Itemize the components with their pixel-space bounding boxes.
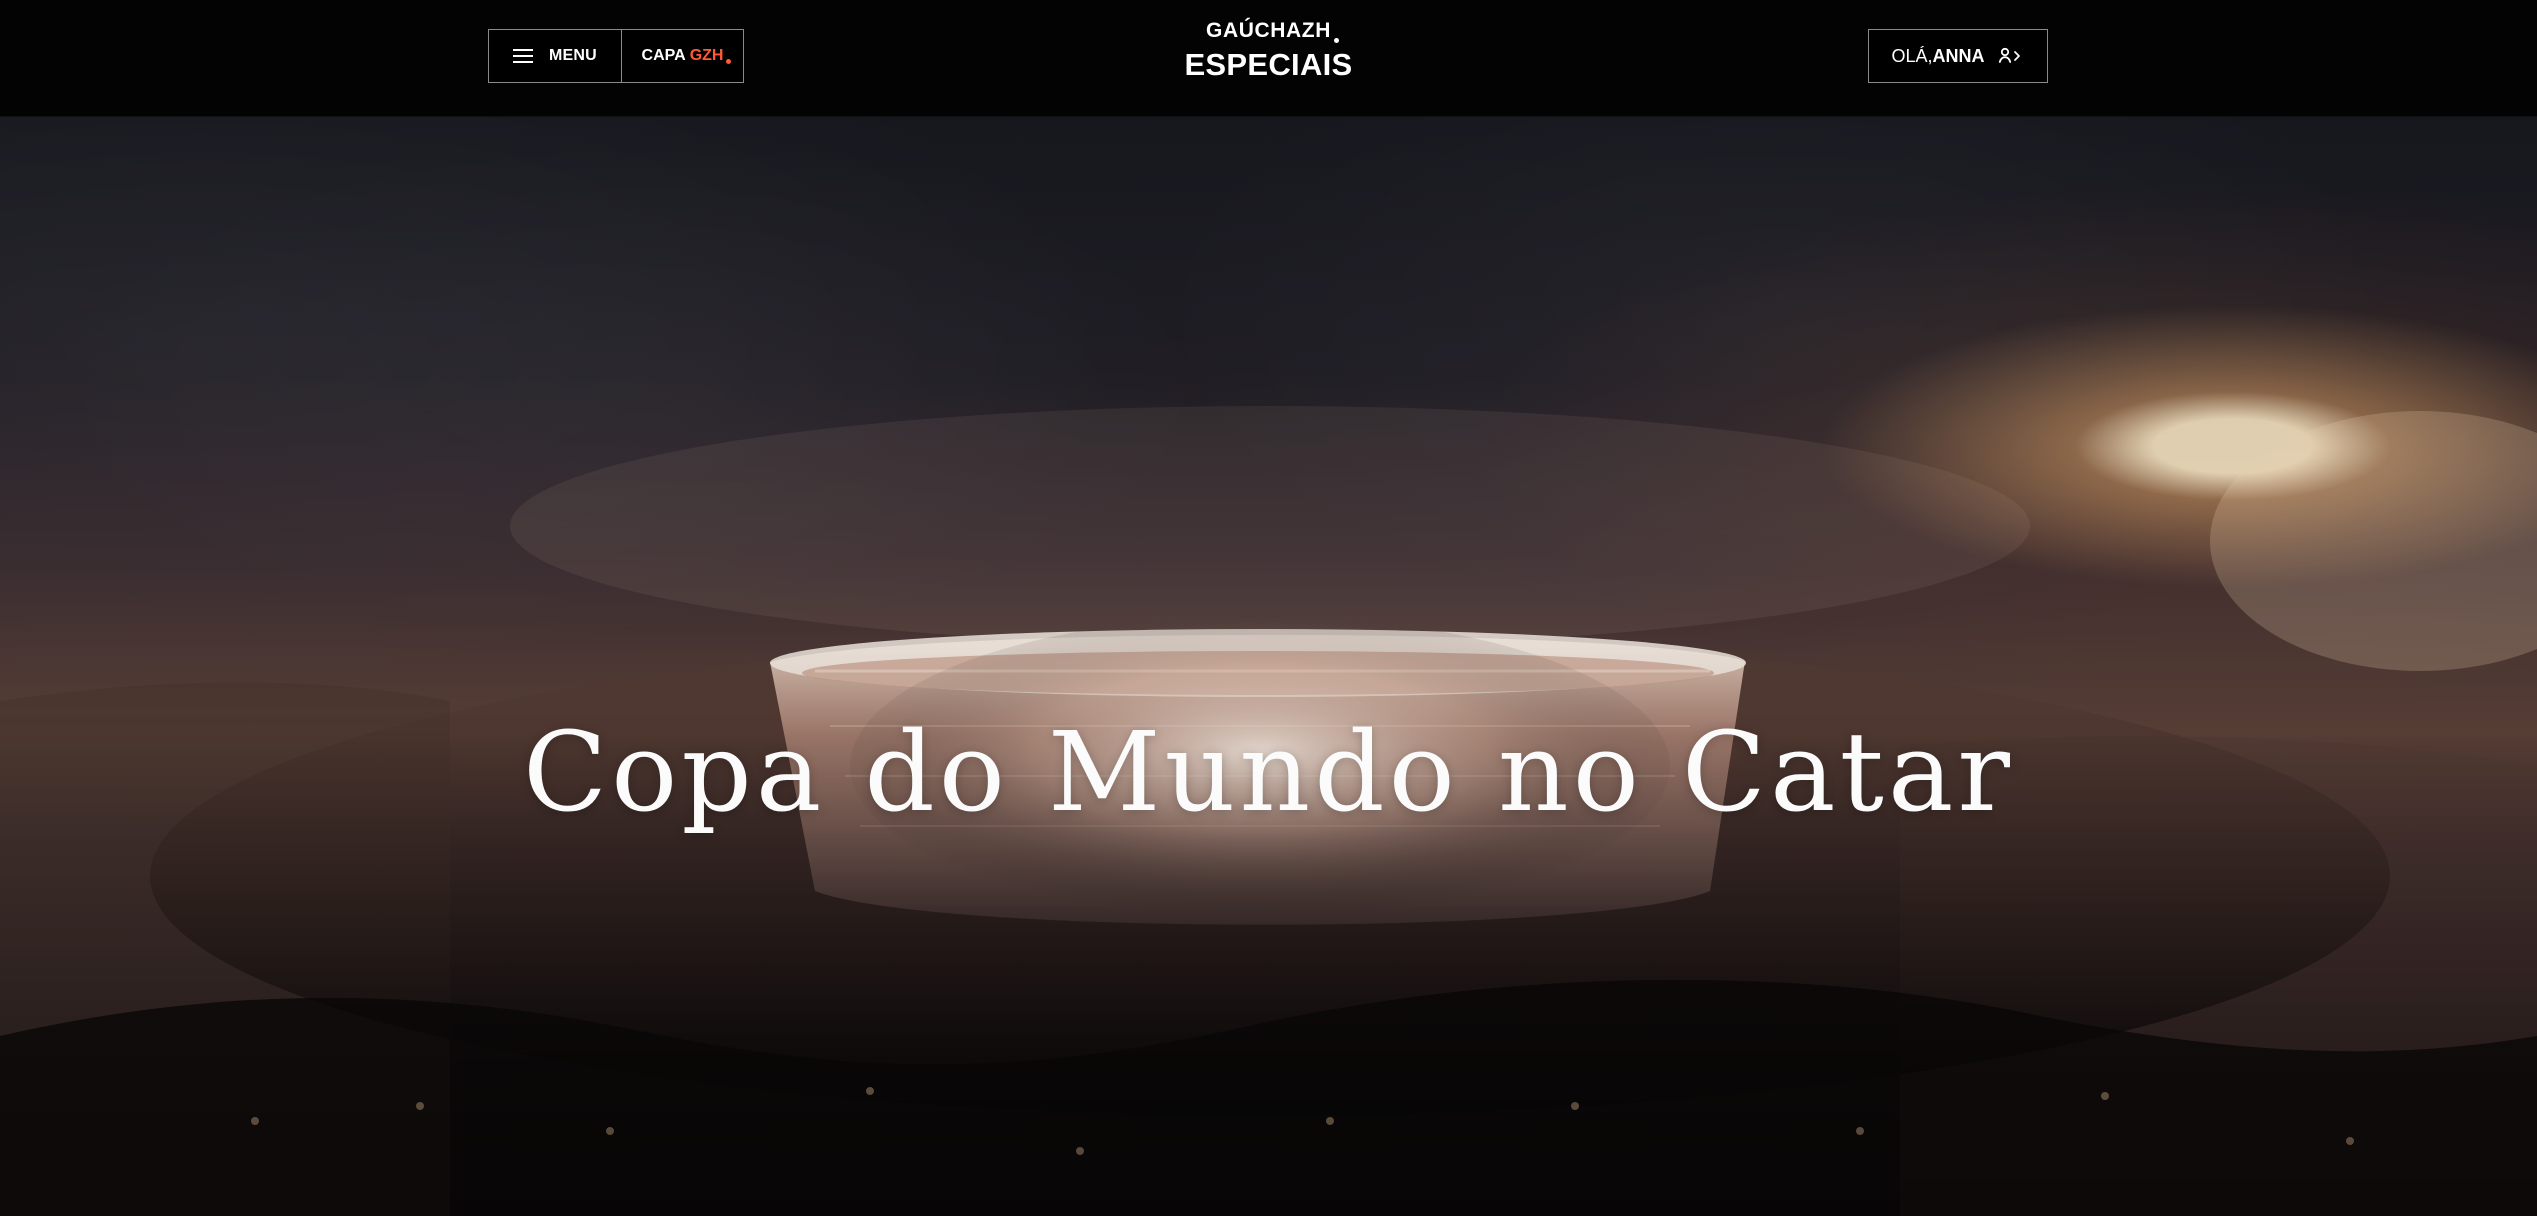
hero-title: Copa do Mundo no Catar (522, 707, 2015, 836)
greeting-text: OLÁ, (1891, 45, 1933, 66)
page: MENU CAPA GZH GAÚCHAZH ESPECIAIS OLÁ,ANN… (0, 0, 2537, 1216)
gzh-label: GZH (689, 47, 732, 65)
capa-gzh-button[interactable]: CAPA GZH (622, 30, 743, 82)
menu-button[interactable]: MENU (489, 30, 622, 82)
capa-label: CAPA (641, 47, 686, 64)
user-name: ANNA (1932, 45, 1985, 66)
user-account-button[interactable]: OLÁ,ANNA (1868, 29, 2048, 83)
menu-label: MENU (549, 47, 597, 64)
brand-top-text: GAÚCHAZH (1206, 19, 1331, 42)
brand-top-line: GAÚCHAZH (1206, 19, 1339, 43)
chevron-right-icon (2013, 51, 2020, 61)
header-nav-group: MENU CAPA GZH (488, 29, 744, 83)
gzh-dot-icon (726, 59, 732, 64)
brand-logo[interactable]: GAÚCHAZH ESPECIAIS (1139, 20, 1399, 80)
brand-bottom-line: ESPECIAIS (1184, 47, 1353, 82)
hero-background-image (0, 406, 2537, 1216)
gzh-text: GZH (689, 47, 724, 64)
top-bar: MENU CAPA GZH GAÚCHAZH ESPECIAIS OLÁ,ANN… (0, 0, 2537, 117)
brand-dot-icon (1333, 38, 1339, 43)
hamburger-icon (513, 48, 534, 64)
user-icon (1997, 47, 2025, 65)
user-greeting: OLÁ,ANNA (1891, 46, 1984, 67)
hero-section: Copa do Mundo no Catar (0, 116, 2537, 1216)
